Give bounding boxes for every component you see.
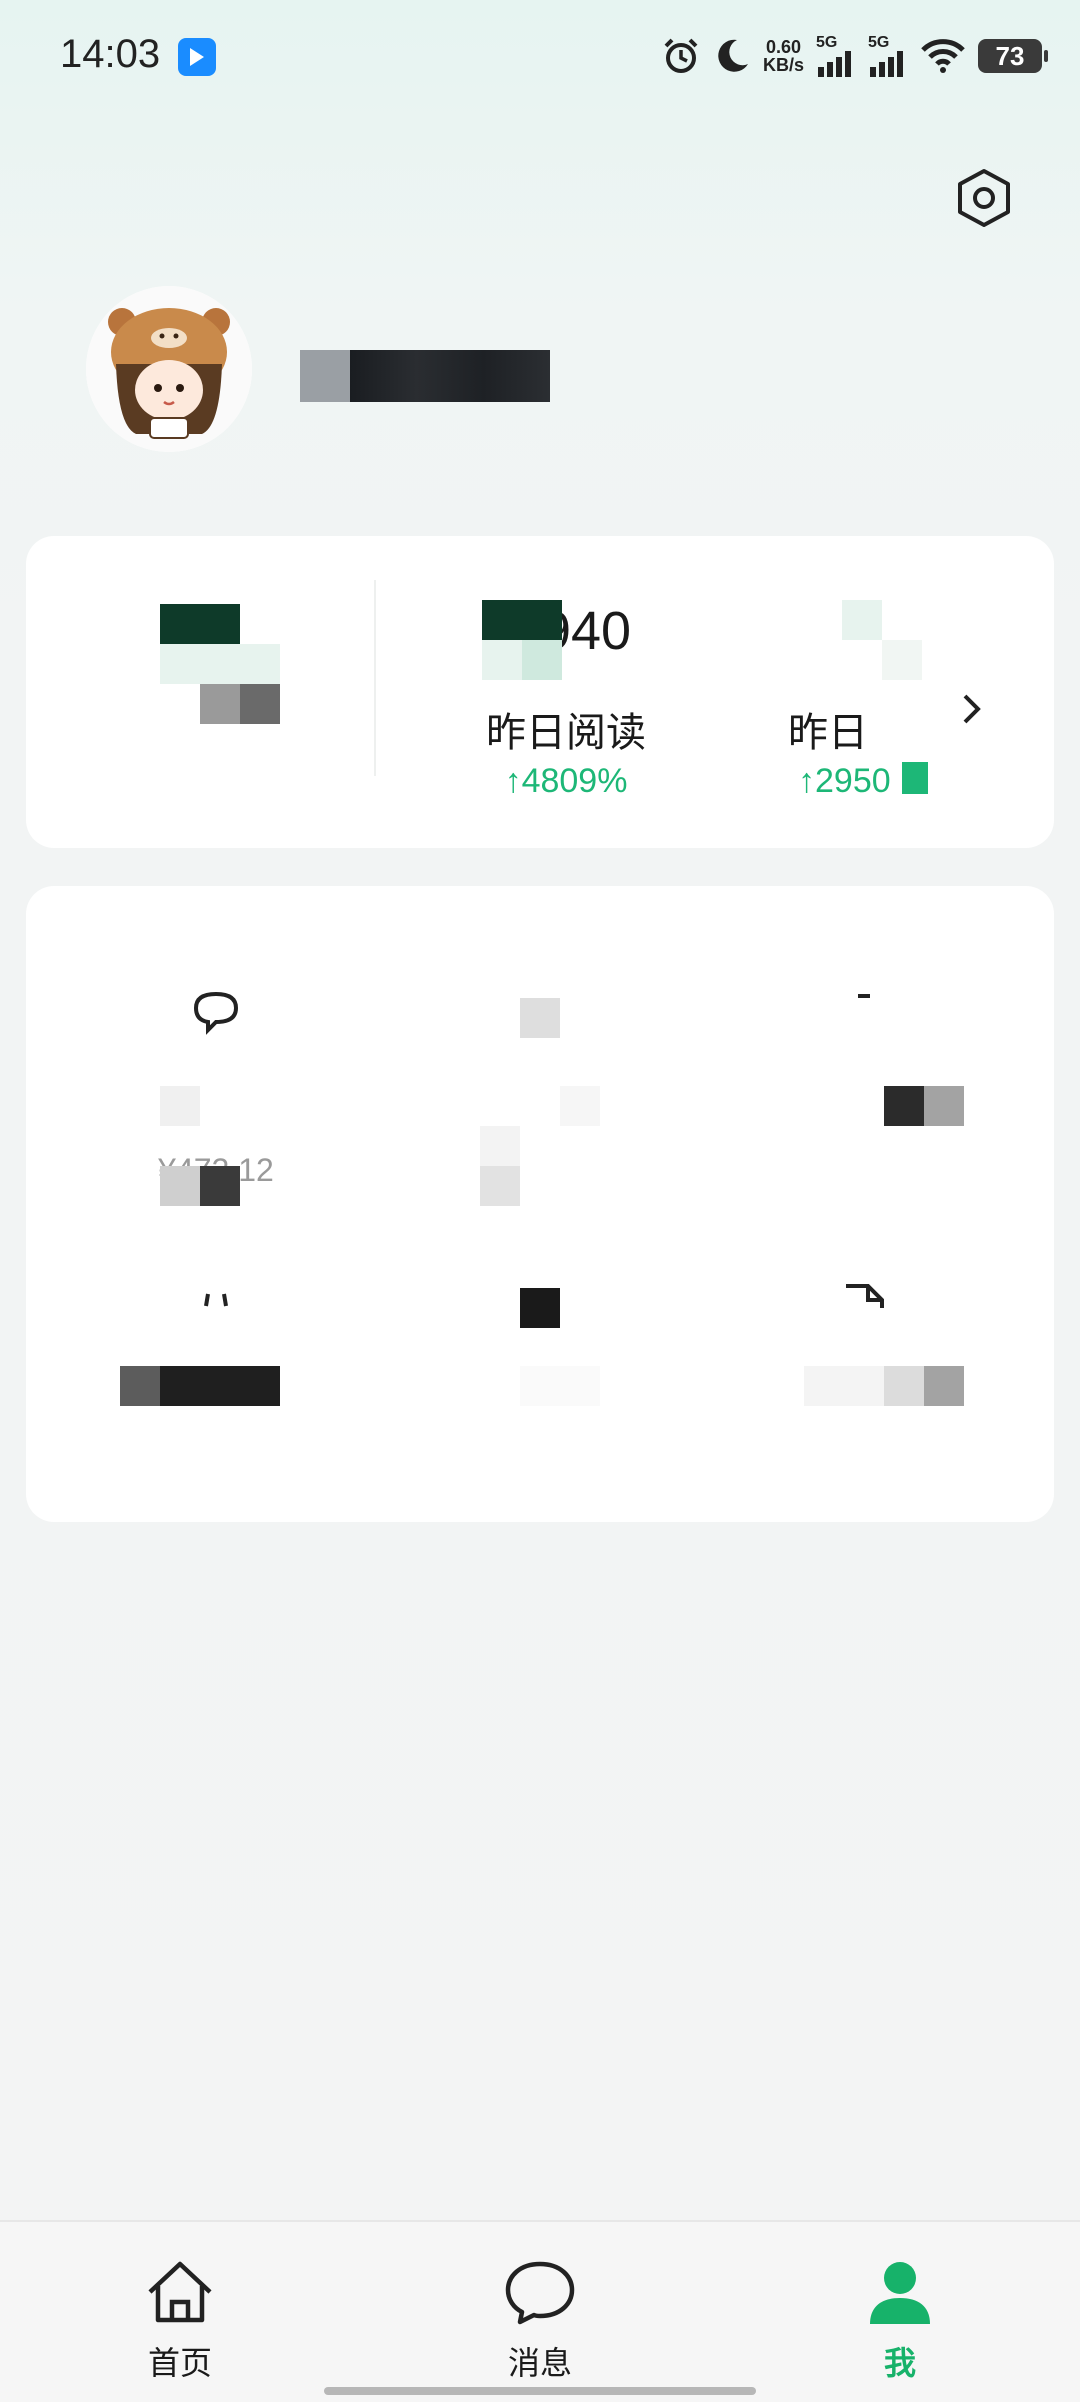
censor-mosaic: [240, 684, 280, 724]
settings-icon: [958, 169, 1010, 227]
nav-messages[interactable]: 消息: [450, 2258, 630, 2381]
bracket-icon: [204, 1293, 228, 1307]
censor-mosaic: [482, 640, 522, 680]
tools-card: ¥472.12: [26, 886, 1054, 1522]
censor-mosaic: [520, 1366, 600, 1406]
app-notification-icon: [178, 38, 216, 76]
chat-icon: [505, 2261, 575, 2325]
grid-icon: [520, 998, 560, 1038]
nav-me-label: 我: [883, 2345, 916, 2381]
tool-item-3[interactable]: [714, 986, 1014, 1186]
moon-icon: [718, 39, 748, 72]
settings-button[interactable]: [952, 166, 1016, 230]
bottom-nav: 首页 消息 我: [0, 2220, 1080, 2402]
tool-item-2[interactable]: [390, 986, 690, 1186]
dash-icon: [858, 994, 870, 998]
nav-home[interactable]: 首页: [90, 2258, 270, 2381]
censor-mosaic: [160, 1366, 280, 1406]
avatar-illustration: [86, 286, 252, 452]
home-icon: [148, 2261, 212, 2323]
home-indicator[interactable]: [324, 2387, 756, 2395]
censor-mosaic: [842, 600, 882, 640]
square-icon: [520, 1288, 560, 1328]
stats-card[interactable]: 940 昨日阅读 ↑4809% 昨日 ↑2950: [26, 536, 1054, 848]
stat-divider: [374, 580, 376, 776]
stat-change: ↑4809%: [504, 762, 628, 800]
username: [300, 350, 550, 402]
censor-mosaic: [482, 600, 562, 640]
signal-bars-icon: [818, 51, 851, 77]
signal-sim1: 5G: [816, 35, 856, 77]
censor-mosaic: [882, 640, 922, 680]
tool-item-1[interactable]: ¥472.12: [66, 986, 366, 1188]
comment-icon: [193, 991, 239, 1035]
stat-item-2[interactable]: 940 昨日阅读 ↑4809%: [416, 600, 716, 800]
stat-change: ↑2950: [798, 762, 891, 800]
censor-mosaic: [924, 1366, 964, 1406]
censor-mosaic: [804, 1366, 884, 1406]
status-bar: 14:03 0.60 KB/s 5G 5G 73: [0, 0, 1080, 110]
stat-label: 昨日阅读: [486, 711, 646, 755]
censor-mosaic: [902, 762, 928, 794]
signal-sim2: 5G: [868, 35, 908, 77]
alarm-icon: [664, 38, 698, 73]
censor-mosaic: [480, 1126, 520, 1166]
signal-bars-icon: [870, 51, 903, 77]
censor-mosaic: [160, 1166, 200, 1206]
network-speed: 0.60 KB/s: [762, 37, 804, 75]
censor-mosaic: [160, 604, 240, 644]
censor-mosaic: [884, 1366, 924, 1406]
avatar[interactable]: [86, 286, 252, 452]
censor-mosaic: [480, 1166, 520, 1206]
nav-home-label: 首页: [147, 2345, 212, 2381]
status-time: 14:03: [60, 32, 161, 76]
censor-mosaic: [924, 1086, 964, 1126]
censor-mosaic: [560, 1086, 600, 1126]
nav-me[interactable]: 我: [810, 2258, 990, 2381]
chevron-right-icon[interactable]: [960, 692, 984, 726]
document-icon: [846, 1284, 884, 1308]
censor-mosaic: [884, 1086, 924, 1126]
status-icons: 0.60 KB/s 5G 5G 73: [661, 34, 1048, 78]
nav-messages-label: 消息: [507, 2345, 572, 2381]
censor-mosaic: [120, 1366, 160, 1406]
censor-mosaic: [522, 640, 562, 680]
censor-mosaic: [200, 684, 240, 724]
censor-mosaic: [160, 644, 280, 684]
stat-value: 940: [540, 601, 632, 661]
user-icon: [870, 2262, 930, 2324]
censor-mosaic: [160, 1086, 200, 1126]
censor-mosaic: [200, 1166, 240, 1206]
battery-indicator: 73: [978, 39, 1048, 73]
wifi-icon: [921, 39, 965, 73]
